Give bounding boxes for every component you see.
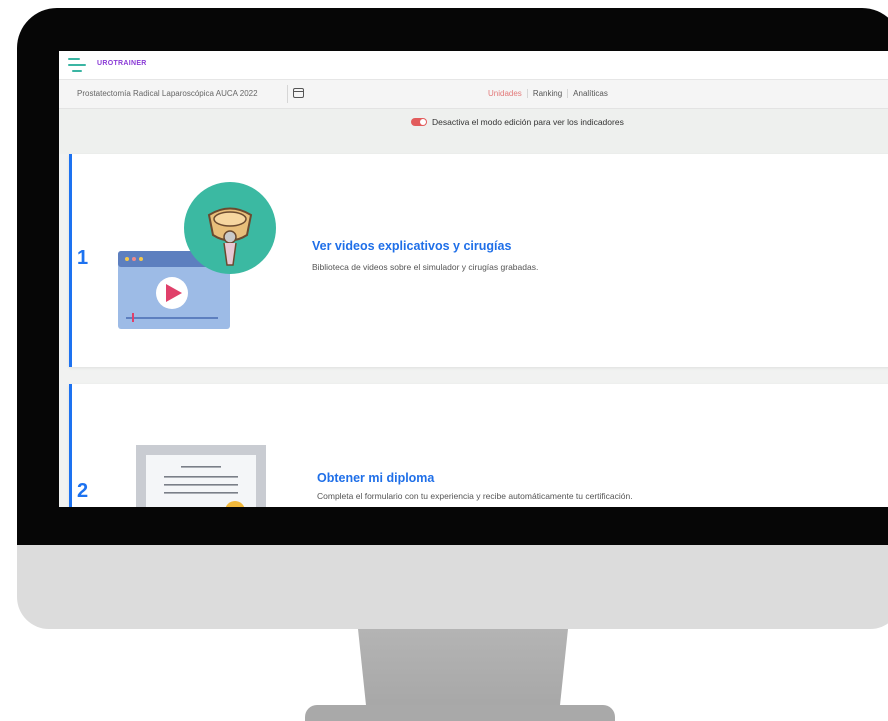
calendar-icon[interactable]	[293, 88, 304, 98]
unit-title[interactable]: Ver videos explicativos y cirugías	[312, 239, 511, 253]
diploma-illustration	[136, 445, 266, 507]
tab-analiticas[interactable]: Analíticas	[567, 89, 613, 98]
unit-card-1[interactable]: 1 Ver videos explicativos y cirugías Bib…	[69, 154, 888, 367]
unit-number: 2	[77, 480, 89, 502]
unit-description: Biblioteca de videos sobre el simulador …	[312, 262, 539, 272]
divider	[287, 85, 288, 103]
monitor-stand-base	[305, 705, 615, 721]
background-pattern	[59, 109, 888, 154]
edit-mode-row: Desactiva el modo edición para ver los i…	[411, 117, 624, 127]
monitor-stand-neck	[358, 629, 568, 709]
app-header: UROTRAINER	[59, 51, 888, 80]
video-library-illustration	[118, 182, 276, 329]
unit-number: 1	[77, 247, 89, 269]
app-screen: UROTRAINER Prostatectomía Radical Laparo…	[59, 51, 888, 507]
course-title: Prostatectomía Radical Laparoscópica AUC…	[77, 89, 258, 98]
tab-unidades[interactable]: Unidades	[483, 89, 527, 98]
unit-card-2[interactable]: 2 Obtener mi diploma Completa el formula…	[69, 384, 888, 507]
monitor-chin	[17, 545, 888, 629]
tab-ranking[interactable]: Ranking	[526, 89, 567, 98]
unit-description: Completa el formulario con tu experienci…	[317, 491, 633, 501]
unit-title[interactable]: Obtener mi diploma	[317, 471, 434, 485]
course-subheader: Prostatectomía Radical Laparoscópica AUC…	[59, 80, 888, 109]
edit-mode-label: Desactiva el modo edición para ver los i…	[432, 117, 624, 127]
nav-tabs: Unidades Ranking Analíticas	[483, 89, 613, 98]
hamburger-menu-icon[interactable]	[68, 58, 86, 72]
edit-mode-toggle[interactable]	[411, 118, 427, 126]
brand-logo[interactable]: UROTRAINER	[97, 60, 147, 67]
